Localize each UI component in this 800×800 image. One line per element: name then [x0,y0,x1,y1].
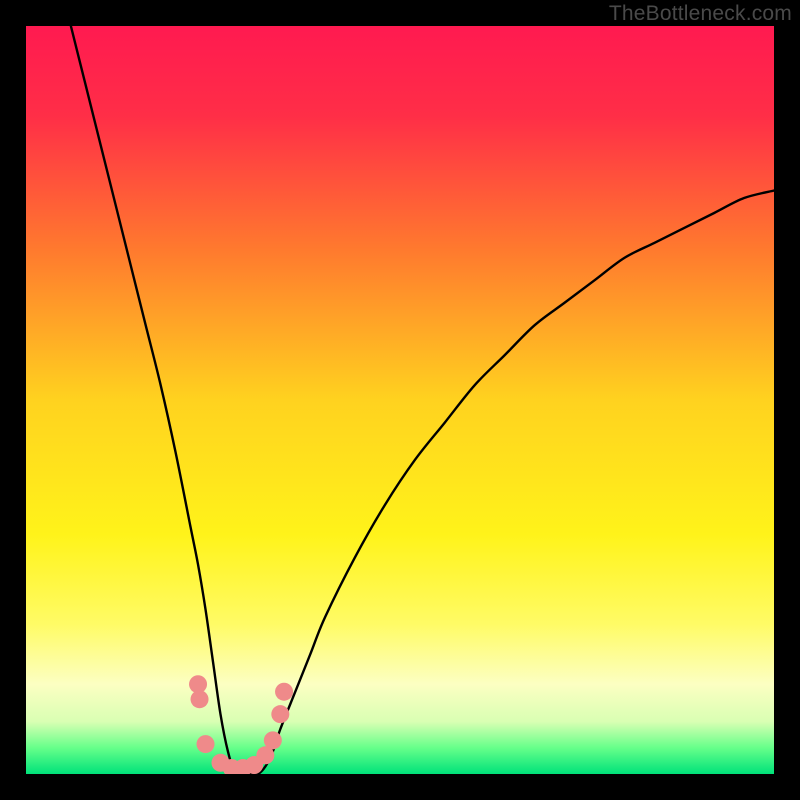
highlight-dot [275,683,293,701]
bottleneck-chart [26,26,774,774]
highlight-dot [271,705,289,723]
watermark-text: TheBottleneck.com [609,2,792,26]
highlight-dot [197,735,215,753]
gradient-background [26,26,774,774]
highlight-dot [191,690,209,708]
plot-area [26,26,774,774]
chart-frame: TheBottleneck.com [0,0,800,800]
highlight-dot [264,731,282,749]
